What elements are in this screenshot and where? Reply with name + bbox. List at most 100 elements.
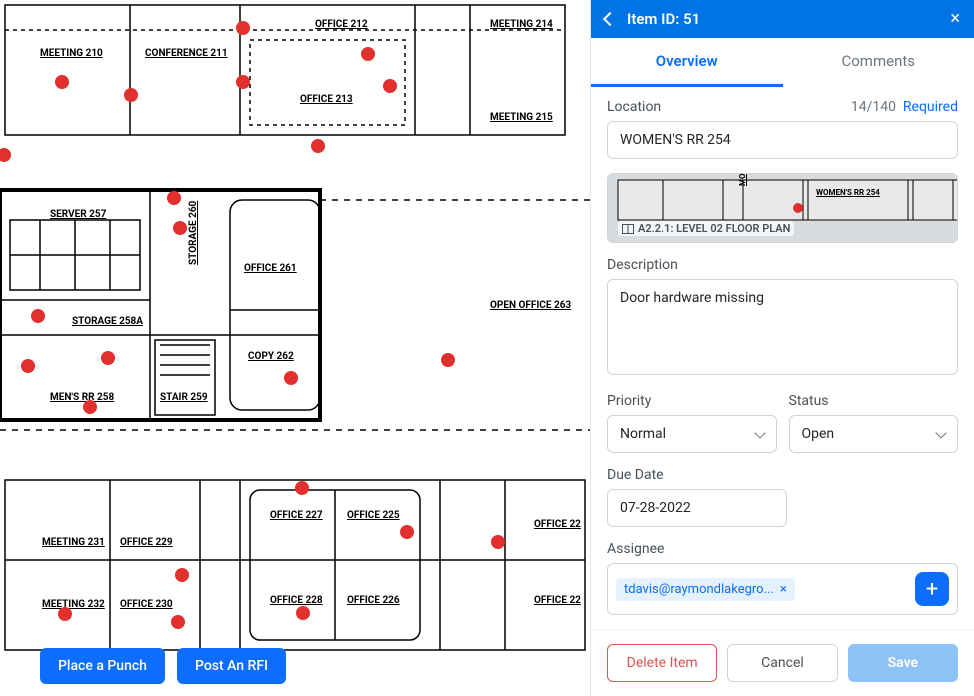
tab-comments[interactable]: Comments — [783, 38, 974, 84]
delete-button[interactable]: Delete Item — [607, 644, 717, 682]
chevron-down-icon — [754, 427, 765, 438]
priority-select[interactable]: Normal — [607, 415, 777, 453]
punch-marker[interactable] — [101, 351, 115, 365]
room-label: OFFICE 22 — [534, 519, 581, 530]
field-priority: Priority Normal — [607, 393, 777, 453]
save-button[interactable]: Save — [848, 644, 958, 682]
punch-marker[interactable] — [311, 139, 325, 153]
panel-header: Item ID: 51 × — [591, 0, 974, 38]
punch-marker[interactable] — [400, 525, 414, 539]
room-label: OFFICE 225 — [347, 510, 400, 521]
field-status: Status Open — [789, 393, 959, 453]
post-rfi-button[interactable]: Post An RFI — [177, 648, 286, 684]
punch-marker[interactable] — [58, 607, 72, 621]
field-location: Location 14/140 Required — [607, 99, 958, 159]
field-description: Description — [607, 257, 958, 379]
preview-punch-dot — [793, 203, 803, 213]
assignee-chip-text: tdavis@raymondlakegro... — [624, 582, 774, 597]
room-label: OFFICE 22 — [534, 595, 581, 606]
punch-marker[interactable] — [441, 353, 455, 367]
room-label: COPY 262 — [248, 351, 294, 362]
room-label: SERVER 257 — [50, 209, 106, 220]
location-label: Location — [607, 99, 661, 115]
priority-value: Normal — [620, 426, 666, 442]
chevron-down-icon — [935, 427, 946, 438]
punch-marker[interactable] — [83, 400, 97, 414]
tabs: Overview Comments — [591, 38, 974, 84]
close-button[interactable]: × — [950, 10, 960, 28]
field-due-date: Due Date — [607, 467, 958, 527]
room-label: MEETING 214 — [490, 19, 553, 30]
location-preview[interactable]: MOTHER'S R WOMEN'S RR 254 A2.2.1: LEVEL … — [607, 173, 958, 243]
cancel-button[interactable]: Cancel — [727, 644, 837, 682]
room-label: OFFICE 213 — [300, 94, 353, 105]
add-assignee-button[interactable]: + — [915, 572, 949, 606]
floorplan-canvas[interactable]: MEETING 210 CONFERENCE 211 OFFICE 212 OFFIC… — [0, 0, 590, 696]
punch-marker[interactable] — [124, 88, 138, 102]
tab-overview[interactable]: Overview — [591, 38, 783, 84]
chevron-left-icon — [603, 12, 617, 26]
punch-marker[interactable] — [296, 606, 310, 620]
punch-marker[interactable] — [21, 359, 35, 373]
punch-marker[interactable] — [173, 221, 187, 235]
status-select[interactable]: Open — [789, 415, 959, 453]
preview-room-mothers: MOTHER'S R — [738, 173, 747, 186]
room-label: STORAGE 260 — [188, 201, 199, 265]
panel-footer: Delete Item Cancel Save — [591, 629, 974, 696]
field-assignee: Assignee tdavis@raymondlakegro... × + — [607, 541, 958, 615]
punch-marker[interactable] — [284, 371, 298, 385]
priority-label: Priority — [607, 393, 651, 409]
canvas-toolbar: Place a Punch Post An RFI — [40, 648, 286, 684]
punch-marker[interactable] — [171, 615, 185, 629]
room-label: MEETING 210 — [40, 48, 103, 59]
room-label: MEETING 215 — [490, 112, 553, 123]
assignee-chip[interactable]: tdavis@raymondlakegro... × — [616, 578, 795, 601]
preview-room-label: WOMEN'S RR 254 — [816, 188, 880, 197]
location-required: Required — [903, 99, 958, 115]
room-label: MEETING 231 — [42, 537, 105, 548]
status-value: Open — [802, 426, 835, 442]
due-date-label: Due Date — [607, 467, 664, 483]
punch-marker[interactable] — [295, 481, 309, 495]
panel-title: Item ID: 51 — [627, 10, 938, 28]
room-label: MEETING 232 — [42, 599, 105, 610]
chip-remove-icon[interactable]: × — [780, 582, 787, 597]
punch-marker[interactable] — [236, 75, 250, 89]
room-label: CONFERENCE 211 — [145, 48, 228, 59]
punch-marker[interactable] — [491, 535, 505, 549]
punch-marker[interactable] — [55, 75, 69, 89]
panel-body: Location 14/140 Required MOTHER'S R — [591, 87, 974, 629]
punch-marker[interactable] — [236, 21, 250, 35]
back-button[interactable] — [605, 14, 615, 24]
status-label: Status — [789, 393, 829, 409]
location-char-count: 14/140 — [851, 99, 896, 115]
room-label: OFFICE 230 — [120, 599, 173, 610]
preview-caption-row: A2.2.1: LEVEL 02 FLOOR PLAN — [618, 221, 794, 236]
room-label: OFFICE 227 — [270, 510, 323, 521]
punch-marker[interactable] — [383, 79, 397, 93]
room-label: OFFICE 212 — [315, 19, 368, 30]
place-punch-button[interactable]: Place a Punch — [40, 648, 165, 684]
location-input[interactable] — [607, 121, 958, 159]
description-label: Description — [607, 257, 678, 273]
detail-panel: Item ID: 51 × Overview Comments Location… — [590, 0, 974, 696]
floorplan-drawing — [0, 0, 590, 696]
punch-marker[interactable] — [167, 191, 181, 205]
due-date-input[interactable] — [607, 489, 787, 527]
room-label: OPEN OFFICE 263 — [490, 300, 571, 311]
room-label: STORAGE 258A — [72, 316, 143, 327]
description-input[interactable] — [607, 279, 958, 375]
punch-marker[interactable] — [361, 47, 375, 61]
room-label: OFFICE 261 — [244, 263, 297, 274]
punch-marker[interactable] — [175, 568, 189, 582]
room-label: OFFICE 229 — [120, 537, 173, 548]
room-label: OFFICE 226 — [347, 595, 400, 606]
punch-marker[interactable] — [31, 309, 45, 323]
room-label: STAIR 259 — [160, 392, 208, 403]
assignee-label: Assignee — [607, 541, 664, 557]
preview-caption: A2.2.1: LEVEL 02 FLOOR PLAN — [638, 222, 790, 235]
assignee-input[interactable]: tdavis@raymondlakegro... × + — [607, 563, 958, 615]
room-label: MEN'S RR 258 — [50, 392, 114, 403]
room-label: OFFICE 228 — [270, 595, 323, 606]
floorplan-icon — [622, 224, 634, 234]
